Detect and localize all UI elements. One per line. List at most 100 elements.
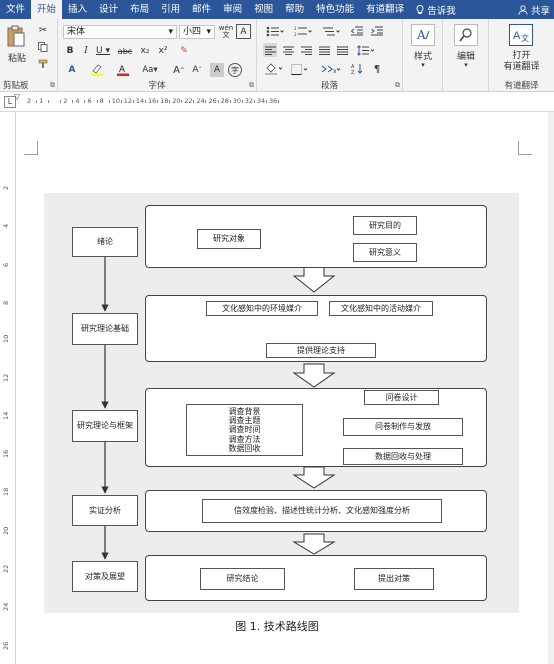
ruler-number: 34 <box>256 97 266 105</box>
tab-home[interactable]: 开始 <box>31 0 63 19</box>
show-marks-icon[interactable]: ¶ <box>369 62 385 76</box>
paste-button[interactable] <box>4 23 28 49</box>
bullets-button[interactable] <box>263 24 287 38</box>
clipboard-group-label: 剪贴板 <box>3 81 29 91</box>
ruler-tick <box>241 100 243 103</box>
line-spacing-icon <box>357 44 375 56</box>
ruler-tick <box>36 100 38 103</box>
ruler-tick <box>96 100 98 103</box>
youdao-translate-button[interactable]: A文 <box>509 24 533 46</box>
tell-me-box[interactable]: 告诉我 <box>410 3 462 17</box>
align-center-icon <box>282 46 294 55</box>
paragraph-launcher-icon[interactable]: ⧉ <box>395 81 400 90</box>
ruler-number: 12 <box>2 373 10 382</box>
highlight-button[interactable] <box>88 63 106 77</box>
phonetic-guide-button[interactable]: wén 文 <box>218 24 234 39</box>
paragraph-group: 12 x AZ ¶ 段落 ⧉ <box>257 19 403 92</box>
grow-font-button[interactable]: A ^ <box>172 63 186 77</box>
align-right-button[interactable] <box>299 43 313 57</box>
chinese-layout-button[interactable]: x <box>319 62 343 76</box>
indent-marker-icon[interactable]: ▽ <box>14 92 20 101</box>
decrease-indent-button[interactable] <box>349 24 365 38</box>
underline-button[interactable]: U ▾ <box>94 44 112 58</box>
copy-icon[interactable] <box>36 40 50 54</box>
text-effects-button[interactable]: A <box>64 63 80 77</box>
tab-mailings[interactable]: 邮件 <box>186 0 217 19</box>
font-color-icon: A <box>117 64 129 76</box>
tab-features[interactable]: 特色功能 <box>310 0 360 19</box>
tab-file[interactable]: 文件 <box>0 0 31 19</box>
tab-design[interactable]: 设计 <box>93 0 124 19</box>
font-size-select[interactable]: 小四 ▾ <box>179 25 215 39</box>
distributed-button[interactable] <box>335 43 349 57</box>
increase-indent-button[interactable] <box>369 24 385 38</box>
clipboard-group: 粘贴 ✂ 剪贴板 ⧉ <box>0 19 58 92</box>
ruler-number: 22 <box>184 97 193 105</box>
subscript-button[interactable]: x₂ <box>138 44 152 58</box>
ruler-number: 8 <box>2 300 10 305</box>
lightbulb-icon <box>416 4 424 14</box>
format-painter-icon[interactable] <box>36 57 50 71</box>
tab-layout[interactable]: 布局 <box>124 0 155 19</box>
styles-button[interactable]: A <box>411 24 435 46</box>
cut-icon[interactable]: ✂ <box>36 23 50 37</box>
align-left-button[interactable] <box>263 43 277 57</box>
vertical-ruler[interactable]: 246810121416182022242628 <box>0 112 16 664</box>
data-processing-box: 数据回收与处理 <box>343 448 463 465</box>
ruler-tick <box>278 100 280 103</box>
italic-button[interactable]: I <box>80 44 92 58</box>
ruler-tick <box>48 100 50 103</box>
paragraph-group-label: 段落 <box>320 81 338 91</box>
youdao-group-label: 有道翻译 <box>504 81 539 91</box>
character-border-button[interactable]: A <box>236 24 251 39</box>
tab-view[interactable]: 视图 <box>248 0 279 19</box>
strikethrough-button[interactable]: abc <box>116 44 134 58</box>
multilevel-list-button[interactable] <box>319 24 343 38</box>
clear-format-icon[interactable]: ✎ <box>176 44 192 58</box>
editing-button[interactable] <box>454 24 478 46</box>
shading-button[interactable] <box>263 62 285 76</box>
indent-icon <box>371 26 383 36</box>
phonetic-base-char: 文 <box>222 30 230 39</box>
survey-item: 调查时间 <box>228 425 261 435</box>
ruler-tick <box>265 100 267 103</box>
sort-button[interactable]: AZ <box>349 62 365 76</box>
tab-insert[interactable]: 插入 <box>62 0 93 19</box>
clipboard-launcher-icon[interactable]: ⧉ <box>50 81 55 90</box>
tab-references[interactable]: 引用 <box>155 0 186 19</box>
distributed-icon <box>336 45 348 55</box>
tab-review[interactable]: 审阅 <box>217 0 248 19</box>
borders-button[interactable] <box>289 62 311 76</box>
font-color-button[interactable]: A <box>114 63 132 77</box>
share-button[interactable]: 共享 <box>518 0 550 19</box>
chevron-down-icon: ▾ <box>206 27 211 37</box>
tab-help[interactable]: 帮助 <box>279 0 310 19</box>
ruler-tick <box>60 100 62 103</box>
ruler-tick <box>120 100 122 103</box>
theory-support-box: 提供理论支持 <box>266 343 376 358</box>
align-center-button[interactable] <box>281 43 295 57</box>
character-shading-button[interactable]: A <box>210 63 224 77</box>
bullet-list-icon <box>266 26 284 36</box>
horizontal-ruler[interactable]: L 2 1 2 4 6 8 10 12 14 16 18 20 22 24 26 28 30 32 34 36 ▽ <box>0 92 554 112</box>
flowchart[interactable]: 绪论 研究理论基础 研究理论与框架 实证分析 对策及展望 研究对象 研究目的 研… <box>44 193 519 613</box>
shrink-font-button[interactable]: Aˇ <box>190 63 204 77</box>
change-case-button[interactable]: Aa ▾ <box>138 63 162 77</box>
font-launcher-icon[interactable]: ⧉ <box>249 81 254 90</box>
svg-text:Z: Z <box>351 70 355 75</box>
bold-button[interactable]: B <box>64 44 76 58</box>
enclose-characters-button[interactable]: 字 <box>228 63 242 77</box>
vertical-scrollbar[interactable] <box>548 112 554 664</box>
ruler-number: 20 <box>172 97 181 105</box>
ruler-tick <box>108 100 110 103</box>
numbering-button[interactable]: 12 <box>291 24 315 38</box>
change-case-label: Aa <box>142 65 154 75</box>
survey-item: 调查方法 <box>228 434 261 444</box>
superscript-button[interactable]: x² <box>156 44 170 58</box>
svg-text:1: 1 <box>294 26 297 31</box>
font-name-select[interactable]: 宋体 ▾ <box>63 25 177 39</box>
tab-youdao[interactable]: 有道翻译 <box>360 0 410 19</box>
justify-button[interactable] <box>317 43 331 57</box>
ruler-tick <box>169 100 171 103</box>
line-spacing-button[interactable] <box>355 43 377 57</box>
